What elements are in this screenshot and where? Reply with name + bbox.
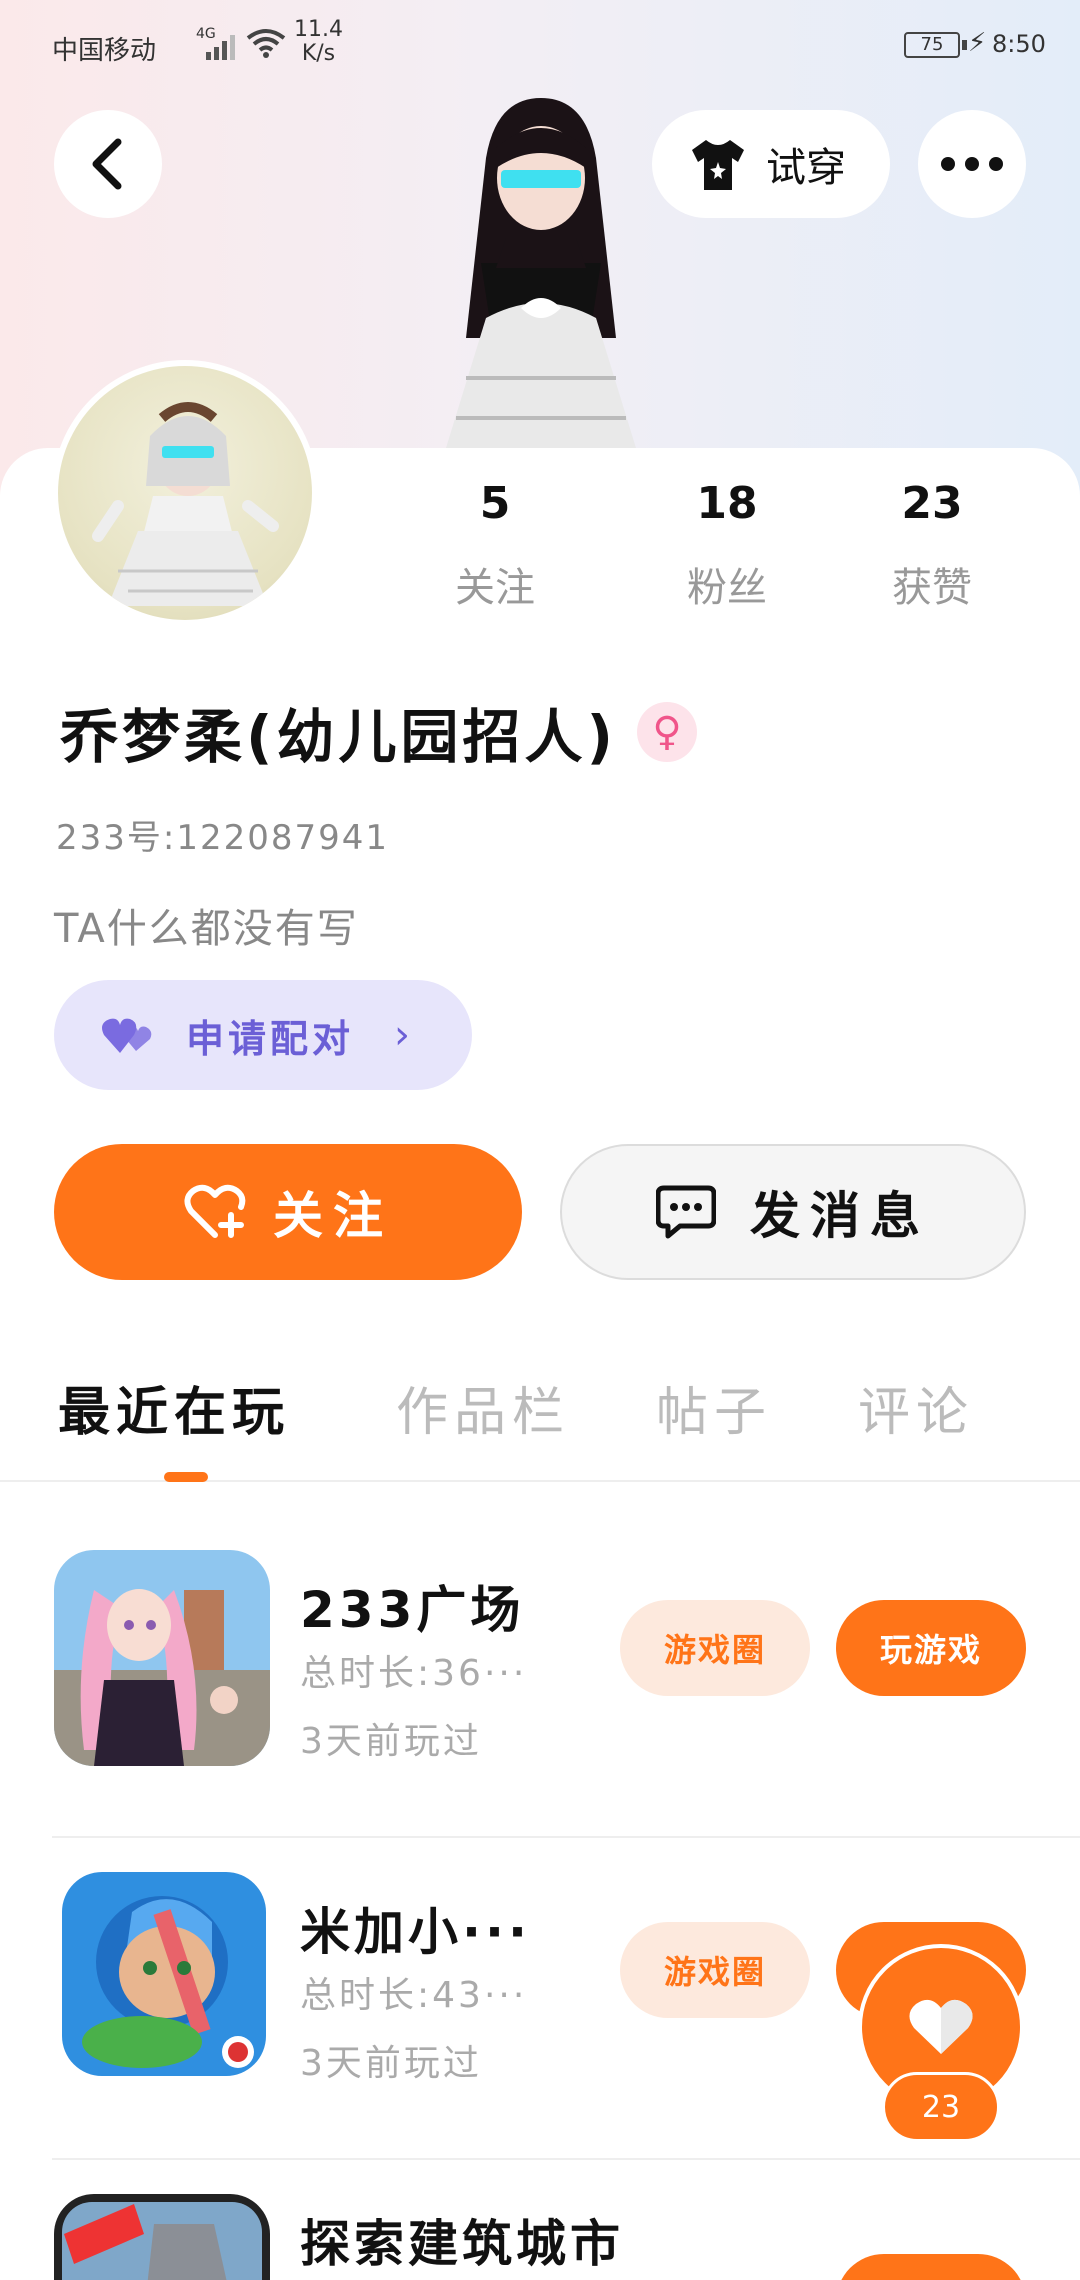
charging-icon: ⚡ xyxy=(968,28,987,58)
list-item[interactable]: 233广场 总时长:36··· 3天前玩过 游戏圈 玩游戏 xyxy=(0,1516,1080,1838)
game-name: 探索建筑城市 xyxy=(300,2215,624,2273)
status-bar: 中国移动 4G 11.4 K/s 75 ⚡ 8:50 xyxy=(0,0,1080,90)
list-item[interactable]: 探索建筑城市 xyxy=(0,2160,1080,2280)
tab-recently-played[interactable]: 最近在玩 xyxy=(58,1370,290,1445)
game-total-time: 总时长:36··· xyxy=(300,1653,528,1694)
fans-count: 18 xyxy=(696,478,758,529)
following-label: 关注 xyxy=(455,565,535,611)
user-bio: TA什么都没有写 xyxy=(54,906,359,952)
play-game-button[interactable]: 玩游戏 xyxy=(836,1600,1026,1696)
game-thumbnail-icon xyxy=(62,1872,266,2076)
stat-following[interactable]: 5 关注 xyxy=(420,478,570,613)
profile-avatar[interactable] xyxy=(52,360,318,626)
heart-plus-icon xyxy=(184,1184,246,1238)
send-message-label: 发消息 xyxy=(750,1187,930,1245)
wifi-icon xyxy=(246,29,286,58)
try-on-label: 试穿 xyxy=(766,145,846,191)
avatar-image xyxy=(58,366,312,620)
game-thumbnail-icon xyxy=(54,1550,270,1766)
try-on-button[interactable]: 试穿 xyxy=(652,110,890,218)
heart-icon xyxy=(909,1999,973,2054)
like-count-badge: 23 xyxy=(882,2072,1000,2142)
follow-label: 关注 xyxy=(273,1187,393,1245)
tab-works[interactable]: 作品栏 xyxy=(396,1370,570,1445)
chat-bubble-icon xyxy=(656,1185,716,1239)
network-speed: 11.4 K/s xyxy=(294,18,343,66)
game-circle-button[interactable]: 游戏圈 xyxy=(620,1922,810,2018)
game-last-played: 3天前玩过 xyxy=(300,2043,482,2084)
username-row: 乔梦柔(幼儿园招人) ♀ xyxy=(60,690,698,774)
game-icon[interactable] xyxy=(62,1872,266,2076)
stat-fans[interactable]: 18 粉丝 xyxy=(612,478,842,613)
game-total-time: 总时长:43··· xyxy=(300,1975,528,2016)
avatar-3d-figure[interactable] xyxy=(386,88,696,448)
fans-label: 粉丝 xyxy=(687,565,767,611)
double-heart-icon xyxy=(102,1018,152,1053)
user-id: 233号:122087941 xyxy=(56,818,390,858)
game-name: 米加小··· xyxy=(300,1903,531,1961)
tab-posts[interactable]: 帖子 xyxy=(656,1370,772,1445)
apply-pairing-label: 申请配对 xyxy=(186,1016,355,1061)
speed-unit: K/s xyxy=(301,41,336,66)
active-tab-indicator xyxy=(164,1472,208,1482)
likes-count: 23 xyxy=(901,478,963,529)
send-message-button[interactable]: 发消息 xyxy=(560,1144,1026,1280)
game-last-played: 3天前玩过 xyxy=(300,1721,482,1762)
speed-value: 11.4 xyxy=(294,17,343,42)
likes-label: 获赞 xyxy=(892,565,972,611)
follow-button[interactable]: 关注 xyxy=(54,1144,522,1280)
profile-tabs: 最近在玩 作品栏 帖子 评论 xyxy=(0,1370,1080,1482)
username: 乔梦柔(幼儿园招人) xyxy=(60,703,618,771)
game-name: 233广场 xyxy=(300,1581,525,1639)
battery-cap xyxy=(962,40,967,50)
game-icon[interactable] xyxy=(54,1550,270,1766)
following-count: 5 xyxy=(479,478,511,529)
game-circle-button[interactable]: 游戏圈 xyxy=(620,1600,810,1696)
more-horizontal-icon xyxy=(941,157,1003,171)
profile-stats: 5 关注 18 粉丝 23 获赞 xyxy=(420,478,1040,613)
stat-likes[interactable]: 23 获赞 xyxy=(842,478,1022,613)
game-thumbnail-icon xyxy=(54,2194,270,2280)
more-options-button[interactable] xyxy=(918,110,1026,218)
chevron-left-icon xyxy=(92,138,122,190)
signal-icon xyxy=(206,35,235,60)
back-button[interactable] xyxy=(54,110,162,218)
carrier-label: 中国移动 xyxy=(52,36,157,66)
apply-pairing-button[interactable]: 申请配对 › xyxy=(54,980,472,1090)
tshirt-icon xyxy=(692,140,744,190)
chevron-right-icon: › xyxy=(394,1012,411,1058)
play-game-button[interactable] xyxy=(836,2254,1026,2280)
avatar-figure-icon xyxy=(92,402,279,606)
female-icon: ♀ xyxy=(637,702,698,762)
game-icon[interactable] xyxy=(54,2194,270,2280)
clock: 8:50 xyxy=(992,30,1046,58)
tab-comments[interactable]: 评论 xyxy=(858,1370,974,1445)
battery-icon: 75 xyxy=(904,32,960,58)
